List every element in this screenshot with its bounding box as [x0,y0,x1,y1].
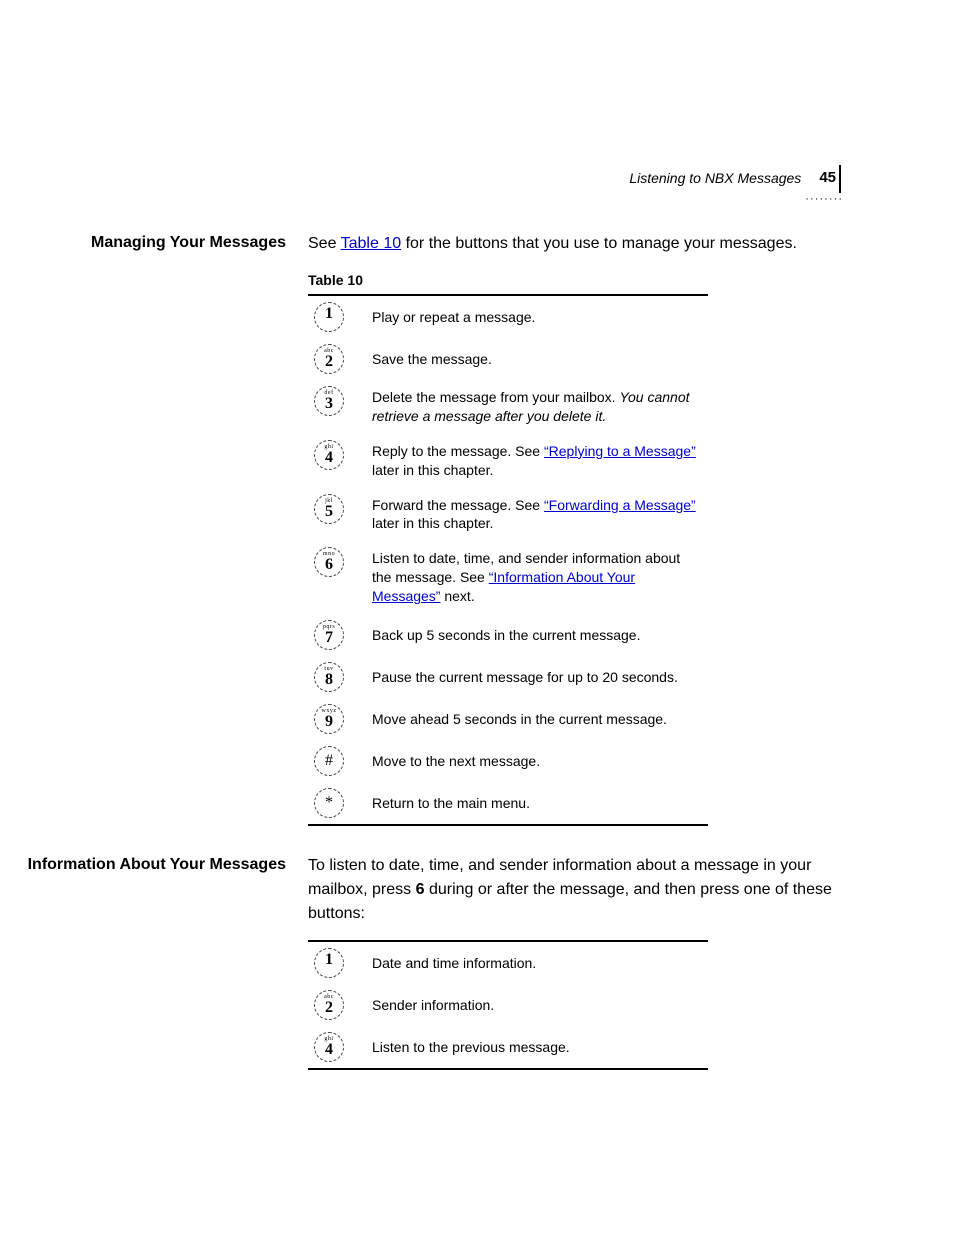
table-cell-key: 1 [308,941,372,984]
side-heading-managing: Managing Your Messages [0,232,308,254]
table-10: 1 Play or repeat a message. abc2 Save the m… [308,294,708,826]
table-row: # Move to the next message. [308,740,708,782]
intro-after: for the buttons that you use to manage y… [401,235,797,252]
table-cell-key: tuv8 [308,656,372,698]
keypad-key-9: wxyz9 [314,704,344,734]
table-row: abc2 Sender information. [308,984,708,1026]
table-row: ghi4 Listen to the previous message. [308,1026,708,1069]
table-row: tuv8 Pause the current message for up to … [308,656,708,698]
table-row: def3 Delete the message from your mailbox… [308,380,708,434]
keypad-key-4: ghi4 [314,440,344,470]
table-cell-desc: Move ahead 5 seconds in the current mess… [372,698,708,740]
keypad-key-8: tuv8 [314,662,344,692]
keypad-key-7: pqrs7 [314,620,344,650]
keypad-key-#: # [314,746,344,776]
table-cell-desc: Forward the message. See “Forwarding a M… [372,488,708,542]
keypad-key-4: ghi4 [314,1032,344,1062]
page-number: 45 [819,168,836,186]
table-cell-key: * [308,782,372,825]
table-cell-desc: Reply to the message. See “Replying to a… [372,434,708,488]
section-info-messages: Information About Your Messages To liste… [0,854,844,1070]
keypad-key-3: def3 [314,386,344,416]
table-cell-desc: Listen to the previous message. [372,1026,708,1069]
keypad-key-1: 1 [314,302,344,332]
keypad-key-2: abc2 [314,990,344,1020]
table-cell-desc: Pause the current message for up to 20 s… [372,656,708,698]
intro-info: To listen to date, time, and sender info… [308,854,844,926]
table-cell-key: jkl5 [308,488,372,542]
table-cell-key: # [308,740,372,782]
table-cell-desc: Back up 5 seconds in the current message… [372,614,708,656]
table-cell-desc: Delete the message from your mailbox. Yo… [372,380,708,434]
cross-ref-link[interactable]: “Replying to a Message” [544,443,696,459]
cross-ref-link[interactable]: “Forwarding a Message” [544,497,696,513]
body-managing: See Table 10 for the buttons that you us… [308,232,844,826]
table-cell-desc: Date and time information. [372,941,708,984]
page: Listening to NBX Messages 45 · · · · · ·… [0,0,954,1235]
cross-ref-link[interactable]: “Information About Your Messages” [372,569,635,604]
table-cell-desc: Return to the main menu. [372,782,708,825]
intro-managing: See Table 10 for the buttons that you us… [308,232,844,256]
table-row: wxyz9 Move ahead 5 seconds in the current… [308,698,708,740]
table-row: abc2 Save the message. [308,338,708,380]
italic-text: You cannot retrieve a message after you … [372,389,690,424]
keypad-key-6: mno6 [314,547,344,577]
link-table-10[interactable]: Table 10 [341,235,402,252]
table-cell-key: wxyz9 [308,698,372,740]
keypad-key-1: 1 [314,948,344,978]
table-cell-key: pqrs7 [308,614,372,656]
content: Managing Your Messages See Table 10 for … [0,232,844,1098]
intro2-bold: 6 [416,881,425,898]
body-info: To listen to date, time, and sender info… [308,854,844,1070]
table-row: * Return to the main menu. [308,782,708,825]
running-header-text: Listening to NBX Messages [629,168,801,186]
intro-before: See [308,235,341,252]
running-header-row: Listening to NBX Messages 45 [629,168,844,186]
table-cell-key: mno6 [308,541,372,614]
section-managing-messages: Managing Your Messages See Table 10 for … [0,232,844,826]
keypad-key-2: abc2 [314,344,344,374]
table-cell-desc: Save the message. [372,338,708,380]
table-cell-key: def3 [308,380,372,434]
table-row: pqrs7 Back up 5 seconds in the current me… [308,614,708,656]
table-cell-key: 1 [308,295,372,338]
keypad-key-5: jkl5 [314,494,344,524]
side-heading-info: Information About Your Messages [0,854,308,876]
table-cell-desc: Play or repeat a message. [372,295,708,338]
table-row: mno6 Listen to date, time, and sender inf… [308,541,708,614]
dots-icon: · · · · · · · · [805,193,841,205]
table-row: ghi4 Reply to the message. See “Replying … [308,434,708,488]
table-cell-key: abc2 [308,984,372,1026]
table-cell-desc: Sender information. [372,984,708,1026]
table-cell-key: ghi4 [308,434,372,488]
table-row: jkl5 Forward the message. See “Forwarding… [308,488,708,542]
table-cell-desc: Move to the next message. [372,740,708,782]
table-row: 1 Play or repeat a message. [308,295,708,338]
table-cell-key: ghi4 [308,1026,372,1069]
keypad-key-*: * [314,788,344,818]
table-info: 1 Date and time information. abc2 Sender in… [308,940,708,1070]
table-caption-10: Table 10 [308,272,844,288]
table-cell-desc: Listen to date, time, and sender informa… [372,541,708,614]
table-row: 1 Date and time information. [308,941,708,984]
table-cell-key: abc2 [308,338,372,380]
